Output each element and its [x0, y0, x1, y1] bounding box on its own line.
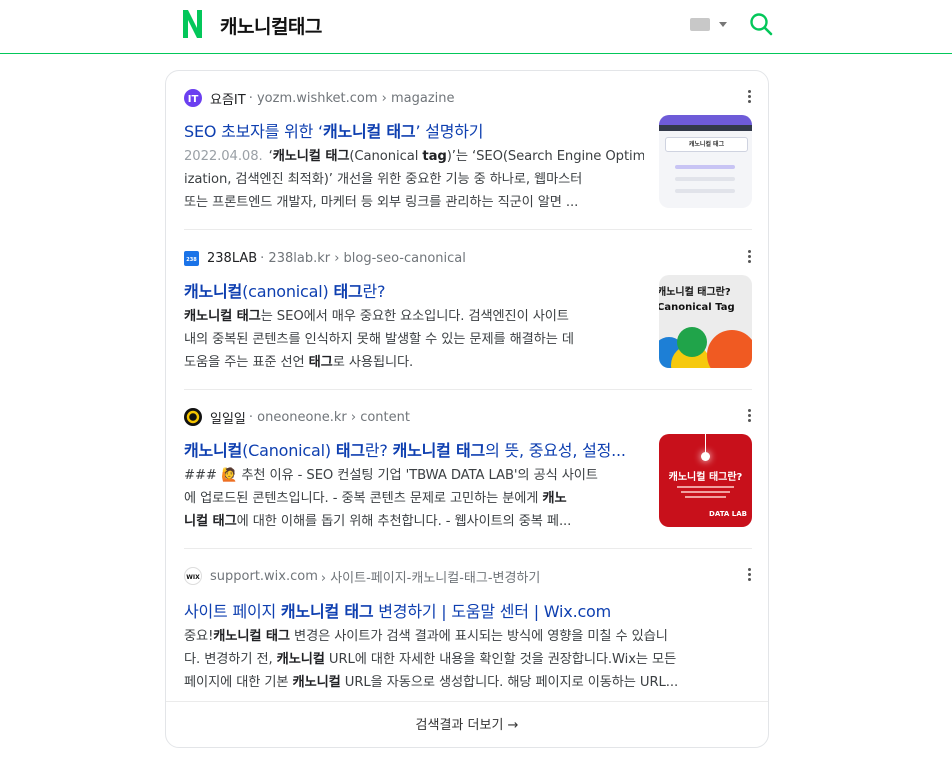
result-item: 238 238LAB · 238lab.kr › blog-seo-canoni… [184, 248, 752, 373]
yozm-favicon-icon: IT [184, 89, 202, 107]
result-thumbnail[interactable]: 캐노니컬 태그 [659, 115, 752, 208]
result-source[interactable]: WIX support.wix.com › 사이트-페이지-캐노니컬-태그-변경… [184, 566, 540, 586]
svg-text:238: 238 [186, 257, 197, 263]
result-source[interactable]: IT 요즘IT · yozm.wishket.com › magazine [184, 88, 455, 108]
site-url: · yozm.wishket.com › magazine [248, 90, 455, 106]
result-source[interactable]: 238 238LAB · 238lab.kr › blog-seo-canoni… [184, 248, 466, 268]
more-options-icon[interactable] [748, 409, 752, 423]
result-snippet: 캐노니컬 태그는 SEO에서 매우 중요한 요소입니다. 검색엔진이 사이트 내… [184, 309, 574, 370]
site-name: 일일일 [210, 411, 246, 427]
result-thumbnail[interactable]: 캐노니컬 태그란? Canonical Tag [659, 275, 752, 368]
result-item: 일일일 · oneoneone.kr › content 캐노니컬(Canoni… [184, 407, 752, 532]
oneoneone-favicon-icon [184, 408, 202, 426]
results-card: IT 요즘IT · yozm.wishket.com › magazine SE… [165, 70, 769, 748]
result-item: IT 요즘IT · yozm.wishket.com › magazine SE… [184, 88, 752, 213]
result-thumbnail[interactable]: 캐노니컬 태그란? DATA LAB [659, 434, 752, 527]
site-name: 요즘IT [210, 92, 246, 108]
238lab-favicon-icon: 238 [184, 250, 199, 266]
result-item: WIX support.wix.com › 사이트-페이지-캐노니컬-태그-변경… [184, 566, 752, 691]
svg-text:IT: IT [188, 94, 199, 105]
site-name: 238LAB [207, 250, 258, 266]
result-snippet: 중요!캐노니컬 태그 변경은 사이트가 검색 결과에 표시되는 방식에 영향을 … [184, 629, 679, 690]
wix-favicon-icon: WIX [184, 567, 202, 585]
chevron-down-icon[interactable] [719, 22, 727, 27]
result-snippet: ### 🙋 추천 이유 - SEO 컨설팅 기업 'TBWA DATA LAB'… [184, 468, 598, 529]
more-results-button[interactable]: 검색결과 더보기 → [166, 701, 768, 748]
result-divider [184, 389, 752, 390]
site-name: support.wix.com [210, 568, 318, 584]
result-divider [184, 229, 752, 230]
search-query[interactable]: 캐노니컬태그 [220, 12, 322, 39]
result-title[interactable]: 캐노니컬(canonical) 태그란? [184, 278, 644, 302]
svg-text:WIX: WIX [186, 574, 200, 581]
result-title[interactable]: 캐노니컬(Canonical) 태그란? 캐노니컬 태그의 뜻, 중요성, 설정… [184, 437, 644, 461]
more-options-icon[interactable] [748, 568, 752, 582]
result-source[interactable]: 일일일 · oneoneone.kr › content [184, 407, 410, 427]
more-options-icon[interactable] [748, 90, 752, 104]
result-divider [184, 548, 752, 549]
result-date: 2022.04.08. [184, 149, 263, 164]
result-snippet: 2022.04.08. ‘캐노니컬 태그(Canonical tag)’는 ‘SE… [184, 149, 644, 210]
site-url: · oneoneone.kr › content [248, 409, 410, 425]
more-options-icon[interactable] [748, 250, 752, 264]
site-url: · 238lab.kr › blog-seo-canonical [260, 250, 466, 266]
site-url: › 사이트-페이지-캐노니컬-태그-변경하기 [320, 570, 541, 586]
header-bar: 캐노니컬태그 [0, 0, 952, 54]
result-title[interactable]: SEO 초보자를 위한 ‘캐노니컬 태그’ 설명하기 [184, 118, 644, 142]
result-title[interactable]: 사이트 페이지 캐노니컬 태그 변경하기 | 도움말 센터 | Wix.com [184, 598, 752, 622]
search-icon[interactable] [749, 12, 773, 36]
keyboard-icon[interactable] [690, 18, 710, 31]
naver-logo-icon[interactable] [180, 8, 204, 40]
